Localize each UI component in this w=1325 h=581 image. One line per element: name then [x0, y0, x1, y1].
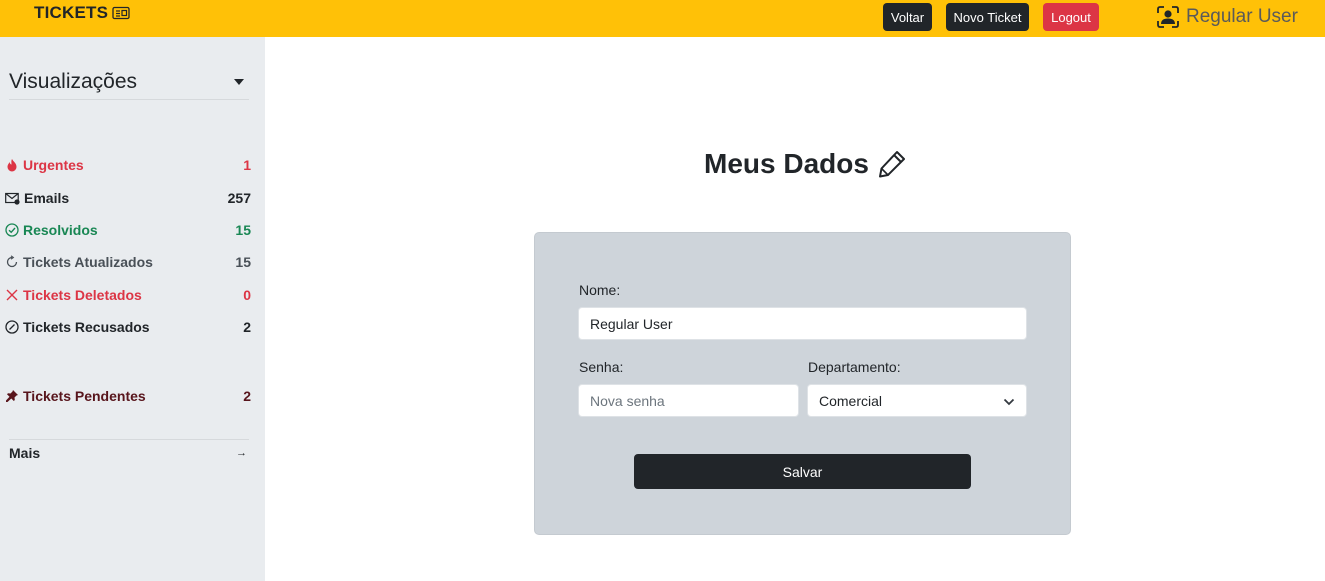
sidebar-item-resolvidos[interactable]: Resolvidos 15 [5, 220, 251, 240]
ticket-icon [112, 6, 130, 20]
logout-button[interactable]: Logout [1043, 3, 1099, 31]
department-select[interactable]: Comercial [807, 384, 1027, 417]
password-field[interactable] [578, 384, 799, 417]
x-icon [5, 288, 19, 302]
sidebar-item-count: 15 [235, 254, 251, 270]
department-value: Comercial [819, 392, 883, 409]
page-title: Meus Dados [704, 148, 907, 180]
department-label: Departamento: [808, 359, 901, 375]
name-label: Nome: [579, 282, 621, 298]
sidebar-item-label: Tickets Deletados [23, 287, 142, 303]
sidebar-item-tickets-deletados[interactable]: Tickets Deletados 0 [5, 285, 251, 305]
sidebar-item-tickets-atualizados[interactable]: Tickets Atualizados 15 [5, 252, 251, 272]
brand[interactable]: TICKETS [34, 3, 130, 23]
sidebar-item-label: Resolvidos [23, 222, 98, 238]
password-label: Senha: [579, 359, 624, 375]
slash-circle-icon [5, 320, 19, 334]
more-link[interactable]: Mais → [9, 445, 247, 461]
sidebar-item-count: 2 [243, 388, 251, 404]
brand-title: TICKETS [34, 3, 109, 22]
sidebar-item-tickets-recusados[interactable]: Tickets Recusados 2 [5, 317, 251, 337]
sidebar-item-label: Urgentes [23, 157, 84, 173]
sidebar-item-emails[interactable]: Emails 257 [5, 188, 251, 208]
fire-icon [5, 158, 19, 172]
sidebar-item-count: 257 [227, 190, 251, 206]
sidebar: Visualizações Urgentes 1 Emails 257 Reso… [0, 37, 265, 581]
name-value: Regular User [590, 315, 673, 332]
new-ticket-button[interactable]: Novo Ticket [946, 3, 1029, 31]
arrow-right-icon: → [236, 447, 247, 459]
pencil-icon [877, 149, 907, 179]
caret-down-icon [234, 79, 244, 85]
user-name: Regular User [1186, 6, 1298, 27]
refresh-icon [5, 255, 19, 269]
sidebar-item-count: 1 [243, 157, 251, 173]
pin-icon [5, 389, 19, 403]
divider [9, 439, 249, 440]
sidebar-item-label: Tickets Atualizados [23, 254, 153, 270]
page-title-text: Meus Dados [704, 148, 869, 179]
profile-form-card: Nome: Regular User Senha: Departamento: … [534, 232, 1071, 535]
sidebar-item-label: Tickets Recusados [23, 319, 150, 335]
person-badge-icon [1156, 5, 1180, 29]
more-label: Mais [9, 445, 41, 461]
sidebar-item-urgentes[interactable]: Urgentes 1 [5, 155, 251, 175]
top-navbar: TICKETS Voltar Novo Ticket Logout Regula… [0, 0, 1325, 37]
sidebar-item-count: 0 [243, 287, 251, 303]
sidebar-item-tickets-pendentes[interactable]: Tickets Pendentes 2 [5, 386, 251, 406]
views-title: Visualizações [9, 70, 138, 93]
sidebar-item-count: 2 [243, 319, 251, 335]
views-dropdown[interactable]: Visualizações [9, 70, 249, 100]
sidebar-item-count: 15 [235, 222, 251, 238]
save-button[interactable]: Salvar [634, 454, 971, 489]
sidebar-item-label: Emails [24, 190, 70, 206]
check-circle-icon [5, 223, 19, 237]
envelope-icon [5, 192, 20, 205]
back-button[interactable]: Voltar [883, 3, 932, 31]
user-menu[interactable]: Regular User [1156, 5, 1298, 29]
chevron-down-icon [1003, 393, 1015, 409]
sidebar-item-label: Tickets Pendentes [23, 388, 146, 404]
name-field[interactable]: Regular User [578, 307, 1027, 340]
